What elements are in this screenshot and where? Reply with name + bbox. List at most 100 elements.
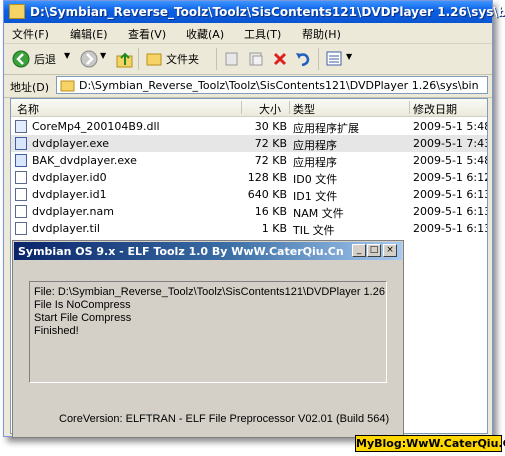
- address-input[interactable]: D:\Symbian_Reverse_Toolz\Toolz\SisConten…: [56, 76, 488, 94]
- col-modified[interactable]: 修改日期: [413, 101, 457, 117]
- file-modified: 2009-5-1 6:13: [413, 222, 488, 235]
- document-icon: [15, 205, 27, 218]
- toolbar-divider: [138, 48, 139, 70]
- file-type: ID0 文件: [293, 173, 338, 186]
- blog-stamp: MyBlog:WwW.CaterQiu.Cn: [355, 435, 505, 452]
- file-row[interactable]: dvdplayer.id0 128 KB ID0 文件 2009-5-1 6:1…: [11, 169, 487, 186]
- elf-toolz-dialog: Symbian OS 9.x - ELF Toolz 1.0 By WwW.Ca…: [12, 240, 404, 438]
- views-button[interactable]: ▼: [324, 49, 358, 69]
- file-modified: 2009-5-1 7:43: [413, 137, 488, 150]
- undo-icon[interactable]: [294, 50, 312, 68]
- toolbar-divider: [318, 48, 319, 70]
- column-divider[interactable]: [409, 101, 410, 114]
- address-bar: 地址(D) D:\Symbian_Reverse_Toolz\Toolz\Sis…: [4, 75, 492, 98]
- delete-icon[interactable]: [272, 51, 288, 67]
- file-row[interactable]: dvdplayer.id1 640 KB ID1 文件 2009-5-1 6:1…: [11, 186, 487, 203]
- title-bar[interactable]: D:\Symbian_Reverse_Toolz\Toolz\SisConten…: [4, 1, 505, 23]
- column-divider[interactable]: [289, 101, 290, 114]
- file-name: CoreMp4_200104B9.dll: [32, 120, 160, 133]
- file-size: 30 KB: [254, 120, 287, 133]
- file-row[interactable]: BAK_dvdplayer.exe 72 KB 应用程序 2009-5-1 5:…: [11, 152, 487, 169]
- menu-favorites[interactable]: 收藏(A): [186, 26, 224, 42]
- file-size: 72 KB: [254, 137, 287, 150]
- copy-to-icon[interactable]: [248, 51, 264, 67]
- move-to-icon[interactable]: [224, 51, 240, 67]
- file-name: dvdplayer.id0: [32, 171, 107, 184]
- file-row[interactable]: CoreMp4_200104B9.dll 30 KB 应用程序扩展 2009-5…: [11, 118, 487, 135]
- folders-label: 文件夹: [166, 53, 199, 66]
- file-name: dvdplayer.nam: [32, 205, 114, 218]
- log-output: File: D:\Symbian_Reverse_Toolz\Toolz\Sis…: [29, 281, 387, 383]
- column-header: 名称 大小 类型 修改日期: [11, 99, 487, 117]
- menu-view[interactable]: 查看(V): [128, 26, 166, 42]
- column-divider[interactable]: [241, 101, 242, 114]
- file-modified: 2009-5-1 5:48: [413, 120, 488, 133]
- core-version: CoreVersion: ELFTRAN - ELF File Preproce…: [59, 413, 390, 425]
- address-value: D:\Symbian_Reverse_Toolz\Toolz\SisConten…: [79, 79, 479, 92]
- explorer-window: D:\Symbian_Reverse_Toolz\Toolz\SisConten…: [3, 0, 505, 438]
- forward-button[interactable]: ▼: [78, 48, 108, 70]
- file-row[interactable]: dvdplayer.til 1 KB TIL 文件 2009-5-1 6:13: [11, 220, 487, 237]
- log-line: File Is NoCompress: [34, 299, 131, 311]
- file-name: dvdplayer.exe: [32, 137, 110, 150]
- dialog-title-bar[interactable]: Symbian OS 9.x - ELF Toolz 1.0 By WwW.Ca…: [14, 242, 402, 260]
- menu-edit[interactable]: 编辑(E): [70, 26, 108, 42]
- document-icon: [15, 171, 27, 184]
- file-modified: 2009-5-1 6:12: [413, 171, 488, 184]
- file-size: 16 KB: [254, 205, 287, 218]
- file-modified: 2009-5-1 6:13: [413, 188, 488, 201]
- minimize-button[interactable]: _: [352, 244, 366, 257]
- file-type: 应用程序: [293, 156, 337, 169]
- file-name: BAK_dvdplayer.exe: [32, 154, 137, 167]
- document-icon: [15, 188, 27, 201]
- file-size: 1 KB: [261, 222, 287, 235]
- col-name[interactable]: 名称: [17, 101, 39, 117]
- file-modified: 2009-5-1 6:13: [413, 205, 488, 218]
- log-line: Start File Compress: [34, 312, 132, 324]
- file-size: 72 KB: [254, 154, 287, 167]
- maximize-button[interactable]: □: [367, 244, 381, 257]
- file-type: NAM 文件: [293, 207, 344, 220]
- toolbar-divider: [216, 48, 217, 70]
- file-size: 128 KB: [247, 171, 287, 184]
- chevron-down-icon[interactable]: ▼: [100, 51, 106, 60]
- dll-file-icon: [15, 120, 27, 133]
- exe-file-icon: [15, 137, 27, 150]
- back-arrow-icon: [12, 50, 30, 68]
- file-type: 应用程序: [293, 139, 337, 152]
- back-label: 后退: [34, 53, 56, 66]
- views-icon: [326, 51, 342, 66]
- menu-file[interactable]: 文件(F): [12, 26, 49, 42]
- log-line: Finished!: [34, 325, 79, 337]
- chevron-down-icon[interactable]: ▼: [346, 52, 352, 61]
- folder-icon: [9, 4, 25, 19]
- dialog-title: Symbian OS 9.x - ELF Toolz 1.0 By WwW.Ca…: [18, 245, 344, 258]
- file-type: TIL 文件: [293, 224, 335, 237]
- file-name: dvdplayer.id1: [32, 188, 107, 201]
- menu-tools[interactable]: 工具(T): [244, 26, 281, 42]
- folders-button[interactable]: 文件夹: [144, 48, 210, 70]
- folder-icon: [60, 80, 75, 92]
- col-size[interactable]: 大小: [259, 101, 281, 117]
- menu-bar: 文件(F) 编辑(E) 查看(V) 收藏(A) 工具(T) 帮助(H): [4, 23, 492, 44]
- toolbar: 后退 ▼ ▼ 文件夹 ▼: [4, 44, 492, 75]
- forward-arrow-icon: [80, 50, 98, 68]
- file-type: ID1 文件: [293, 190, 338, 203]
- folder-icon: [146, 53, 162, 66]
- document-icon: [15, 222, 27, 235]
- file-type: 应用程序扩展: [293, 122, 359, 135]
- chevron-down-icon[interactable]: ▼: [64, 51, 70, 60]
- file-modified: 2009-5-1 5:48: [413, 154, 488, 167]
- file-row[interactable]: dvdplayer.nam 16 KB NAM 文件 2009-5-1 6:13: [11, 203, 487, 220]
- address-label: 地址(D): [10, 81, 50, 94]
- close-button[interactable]: ×: [383, 244, 397, 257]
- col-type[interactable]: 类型: [293, 101, 315, 117]
- file-size: 640 KB: [247, 188, 287, 201]
- log-line: File: D:\Symbian_Reverse_Toolz\Toolz\Sis…: [34, 286, 385, 298]
- exe-file-icon: [15, 154, 27, 167]
- file-row-selected[interactable]: dvdplayer.exe 72 KB 应用程序 2009-5-1 7:43: [11, 135, 487, 152]
- menu-help[interactable]: 帮助(H): [302, 26, 341, 42]
- back-button[interactable]: 后退 ▼: [10, 48, 72, 70]
- up-folder-icon[interactable]: [116, 51, 134, 69]
- window-title: D:\Symbian_Reverse_Toolz\Toolz\SisConten…: [30, 5, 505, 19]
